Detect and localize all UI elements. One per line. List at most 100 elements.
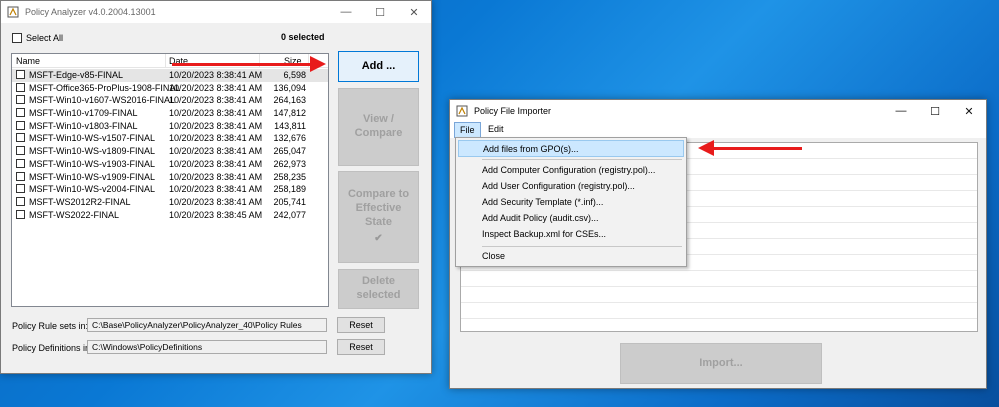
row-date: 10/20/2023 8:38:41 AM bbox=[169, 196, 263, 207]
select-all-label[interactable]: Select All bbox=[26, 33, 63, 43]
menu-item-add-security-template[interactable]: Add Security Template (*.inf)... bbox=[458, 194, 684, 211]
table-row[interactable]: MSFT-WS2022-FINAL 10/20/2023 8:38:45 AM 24… bbox=[12, 209, 328, 222]
row-date: 10/20/2023 8:38:41 AM bbox=[169, 133, 263, 144]
row-name: MSFT-Win10-WS-v2004-FINAL bbox=[29, 184, 156, 195]
row-checkbox[interactable] bbox=[16, 82, 25, 92]
row-date: 10/20/2023 8:38:41 AM bbox=[169, 184, 263, 195]
row-date: 10/20/2023 8:38:41 AM bbox=[169, 171, 263, 182]
definitions-path: C:\Windows\PolicyDefinitions bbox=[87, 340, 327, 354]
row-checkbox[interactable] bbox=[16, 108, 25, 118]
menu-item-add-user-configuration[interactable]: Add User Configuration (registry.pol)... bbox=[458, 178, 684, 195]
importer-title: Policy File Importer bbox=[474, 106, 552, 116]
definitions-label: Policy Definitions in: bbox=[12, 343, 93, 353]
table-row[interactable]: MSFT-Edge-v85-FINAL 10/20/2023 8:38:41 AM… bbox=[12, 69, 328, 82]
add-button[interactable]: Add ... bbox=[338, 51, 419, 82]
reset-definitions-button[interactable]: Reset bbox=[337, 339, 385, 355]
menu-item-add-computer-configuration[interactable]: Add Computer Configuration (registry.pol… bbox=[458, 162, 684, 179]
analyzer-titlebar[interactable]: Policy Analyzer v4.0.2004.13001 — ☐ ✕ bbox=[1, 1, 431, 23]
row-checkbox[interactable] bbox=[16, 171, 25, 181]
import-button[interactable]: Import... bbox=[620, 343, 822, 384]
row-checkbox[interactable] bbox=[16, 196, 25, 206]
importer-app-icon bbox=[456, 105, 468, 117]
row-date: 10/20/2023 8:38:41 AM bbox=[169, 158, 263, 169]
row-size: 132,676 bbox=[273, 133, 306, 144]
row-name: MSFT-Win10-v1709-FINAL bbox=[29, 108, 138, 119]
shield-icon: ✔ bbox=[374, 233, 383, 245]
menu-item-close[interactable]: Close bbox=[458, 248, 684, 265]
table-row[interactable]: MSFT-Win10-WS-v2004-FINAL 10/20/2023 8:38… bbox=[12, 183, 328, 196]
row-checkbox[interactable] bbox=[16, 158, 25, 168]
selected-count: 0 selected bbox=[281, 32, 325, 42]
row-size: 143,811 bbox=[274, 120, 306, 131]
row-name: MSFT-Win10-WS-v1903-FINAL bbox=[29, 158, 156, 169]
row-date: 10/20/2023 8:38:41 AM bbox=[169, 82, 263, 93]
menu-item-add-files-from-gpo[interactable]: Add files from GPO(s)... bbox=[458, 140, 684, 157]
policy-analyzer-icon bbox=[7, 6, 19, 18]
row-size: 242,077 bbox=[273, 209, 306, 220]
row-name: MSFT-Win10-WS-v1809-FINAL bbox=[29, 146, 156, 157]
row-date: 10/20/2023 8:38:41 AM bbox=[169, 70, 263, 80]
menu-edit[interactable]: Edit bbox=[483, 122, 509, 138]
table-row[interactable]: MSFT-Win10-WS-v1507-FINAL 10/20/2023 8:38… bbox=[12, 132, 328, 145]
compare-effective-label: Compare to Effective State bbox=[347, 188, 410, 228]
rule-sets-label: Policy Rule sets in: bbox=[12, 321, 89, 331]
policy-list[interactable]: Name Date Size MSFT-Edge-v85-FINAL 10/20/… bbox=[11, 53, 329, 307]
table-row[interactable]: MSFT-Win10-WS-v1909-FINAL 10/20/2023 8:38… bbox=[12, 171, 328, 184]
row-size: 264,163 bbox=[273, 95, 306, 106]
table-row[interactable]: MSFT-Win10-v1607-WS2016-FINAL 10/20/2023 … bbox=[12, 94, 328, 107]
close-icon[interactable]: ✕ bbox=[397, 1, 431, 23]
row-checkbox[interactable] bbox=[16, 209, 25, 219]
column-header-name[interactable]: Name bbox=[16, 56, 40, 66]
annotation-arrow-right-icon bbox=[172, 56, 326, 72]
row-size: 262,973 bbox=[273, 158, 306, 169]
row-date: 10/20/2023 8:38:41 AM bbox=[169, 120, 263, 131]
row-name: MSFT-Win10-v1803-FINAL bbox=[29, 120, 138, 131]
compare-effective-state-button[interactable]: Compare to Effective State ✔ bbox=[338, 171, 419, 263]
row-name: MSFT-WS2012R2-FINAL bbox=[29, 196, 131, 207]
table-row[interactable]: MSFT-Win10-WS-v1809-FINAL 10/20/2023 8:38… bbox=[12, 145, 328, 158]
menu-item-add-audit-policy[interactable]: Add Audit Policy (audit.csv)... bbox=[458, 210, 684, 227]
row-name: MSFT-Office365-ProPlus-1908-FINAL bbox=[29, 82, 181, 93]
importer-menubar: File Edit bbox=[450, 122, 986, 138]
delete-selected-button[interactable]: Delete selected bbox=[338, 269, 419, 309]
row-checkbox[interactable] bbox=[16, 184, 25, 194]
row-name: MSFT-Win10-WS-v1507-FINAL bbox=[29, 133, 156, 144]
reset-rule-sets-button[interactable]: Reset bbox=[337, 317, 385, 333]
rule-sets-path: C:\Base\PolicyAnalyzer\PolicyAnalyzer_40… bbox=[87, 318, 327, 332]
row-size: 136,094 bbox=[273, 82, 306, 93]
policy-analyzer-window: Policy Analyzer v4.0.2004.13001 — ☐ ✕ Se… bbox=[0, 0, 432, 374]
row-checkbox[interactable] bbox=[16, 95, 25, 105]
maximize-icon[interactable]: ☐ bbox=[363, 1, 397, 23]
menu-item-inspect-backup-xml[interactable]: Inspect Backup.xml for CSEs... bbox=[458, 226, 684, 243]
maximize-icon[interactable]: ☐ bbox=[918, 100, 952, 122]
row-size: 258,235 bbox=[273, 171, 306, 182]
table-row[interactable]: MSFT-Win10-WS-v1903-FINAL 10/20/2023 8:38… bbox=[12, 158, 328, 171]
row-checkbox[interactable] bbox=[16, 133, 25, 143]
view-compare-button[interactable]: View / Compare bbox=[338, 88, 419, 166]
row-date: 10/20/2023 8:38:41 AM bbox=[169, 146, 263, 157]
close-icon[interactable]: ✕ bbox=[952, 100, 986, 122]
importer-titlebar[interactable]: Policy File Importer — ☐ ✕ bbox=[450, 100, 986, 122]
analyzer-title: Policy Analyzer v4.0.2004.13001 bbox=[25, 7, 156, 17]
minimize-icon[interactable]: — bbox=[884, 100, 918, 122]
row-size: 265,047 bbox=[273, 146, 306, 157]
row-checkbox[interactable] bbox=[16, 146, 25, 156]
table-row[interactable]: MSFT-Win10-v1709-FINAL 10/20/2023 8:38:41… bbox=[12, 107, 328, 120]
table-row[interactable]: MSFT-Office365-ProPlus-1908-FINAL 10/20/2… bbox=[12, 82, 328, 95]
policy-rows: MSFT-Edge-v85-FINAL 10/20/2023 8:38:41 AM… bbox=[12, 69, 328, 221]
policy-file-importer-window: Policy File Importer — ☐ ✕ File Edit Add… bbox=[449, 99, 987, 389]
row-checkbox[interactable] bbox=[16, 120, 25, 130]
menu-file[interactable]: File bbox=[454, 122, 481, 138]
row-size: 147,812 bbox=[273, 108, 306, 119]
select-all-checkbox[interactable] bbox=[12, 33, 22, 43]
row-name: MSFT-WS2022-FINAL bbox=[29, 209, 120, 220]
table-row[interactable]: MSFT-WS2012R2-FINAL 10/20/2023 8:38:41 AM… bbox=[12, 196, 328, 209]
row-size: 6,598 bbox=[283, 70, 306, 80]
minimize-icon[interactable]: — bbox=[329, 1, 363, 23]
row-date: 10/20/2023 8:38:41 AM bbox=[169, 95, 263, 106]
annotation-arrow-left-icon bbox=[698, 140, 802, 156]
row-name: MSFT-Win10-v1607-WS2016-FINAL bbox=[29, 95, 176, 106]
table-row[interactable]: MSFT-Win10-v1803-FINAL 10/20/2023 8:38:41… bbox=[12, 120, 328, 133]
row-date: 10/20/2023 8:38:45 AM bbox=[169, 209, 263, 220]
row-checkbox[interactable] bbox=[16, 70, 25, 79]
